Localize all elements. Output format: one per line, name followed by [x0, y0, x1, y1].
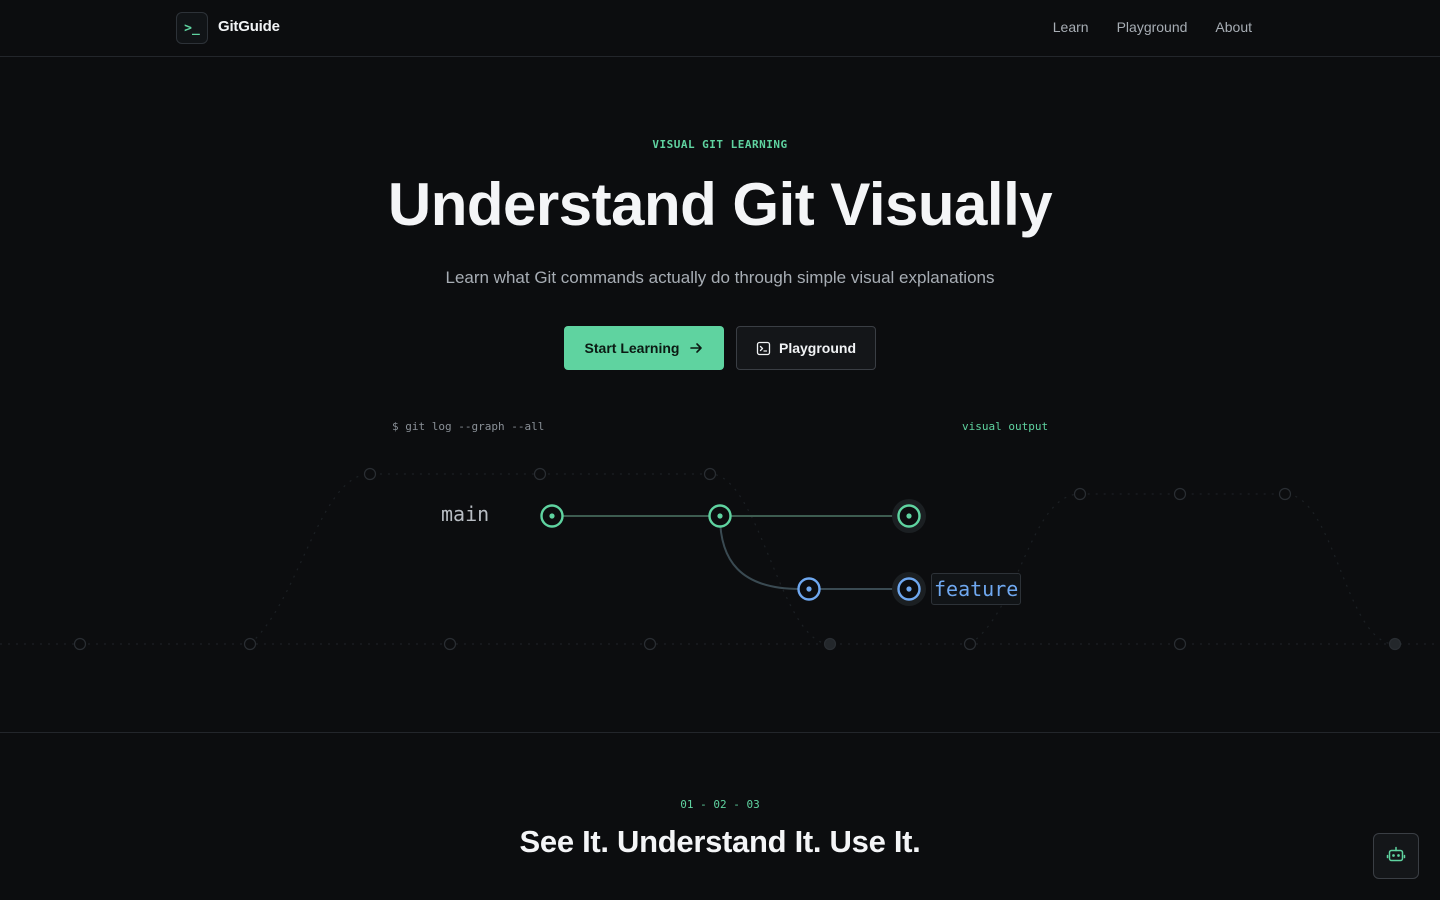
start-learning-button[interactable]: Start Learning: [564, 326, 724, 370]
brand-name[interactable]: GitGuide: [218, 18, 280, 35]
ai-assistant-button[interactable]: [1373, 833, 1419, 879]
git-command-label: $ git log --graph --all: [392, 420, 545, 433]
bot-icon: [1386, 844, 1406, 869]
hero-title: Understand Git Visually: [387, 171, 1053, 238]
playground-button[interactable]: Playground: [736, 326, 876, 370]
background-commit-dots: [73, 467, 1402, 651]
features-section-title: See It. Understand It. Use It.: [519, 824, 921, 859]
visual-output-label: visual output: [962, 420, 1049, 433]
feature-branch-label: feature: [931, 573, 1022, 605]
terminal-icon: [756, 341, 771, 356]
background-decorative-graph: [0, 473, 1440, 645]
steps-indicator: 01 - 02 - 03: [680, 798, 760, 811]
start-learning-label: Start Learning: [584, 340, 680, 356]
hero-subtitle: Learn what Git commands actually do thro…: [445, 268, 995, 287]
arrow-right-icon: [689, 341, 703, 355]
nav-link-about[interactable]: About: [1215, 19, 1252, 35]
feature-branch-line: [719, 515, 909, 590]
feature-commit-2: [897, 577, 921, 601]
terminal-logo-icon[interactable]: >_: [176, 12, 208, 44]
page: >_ GitGuide Learn Playground About VISUA…: [0, 0, 1440, 900]
nav-link-learn[interactable]: Learn: [1053, 19, 1089, 35]
main-commit-1: [540, 504, 564, 528]
section-divider: [0, 732, 1440, 733]
main-commit-3: [897, 504, 921, 528]
top-navigation: >_ GitGuide Learn Playground About: [0, 0, 1440, 57]
playground-button-label: Playground: [778, 340, 856, 356]
main-nav: Learn Playground About: [1053, 19, 1252, 35]
main-branch-label: main: [441, 502, 490, 526]
nav-link-playground[interactable]: Playground: [1117, 19, 1188, 35]
feature-commit-1: [797, 577, 821, 601]
hero-eyebrow: VISUAL GIT LEARNING: [652, 138, 788, 151]
git-graph-visualization: [0, 467, 1440, 651]
main-commit-2: [708, 504, 732, 528]
